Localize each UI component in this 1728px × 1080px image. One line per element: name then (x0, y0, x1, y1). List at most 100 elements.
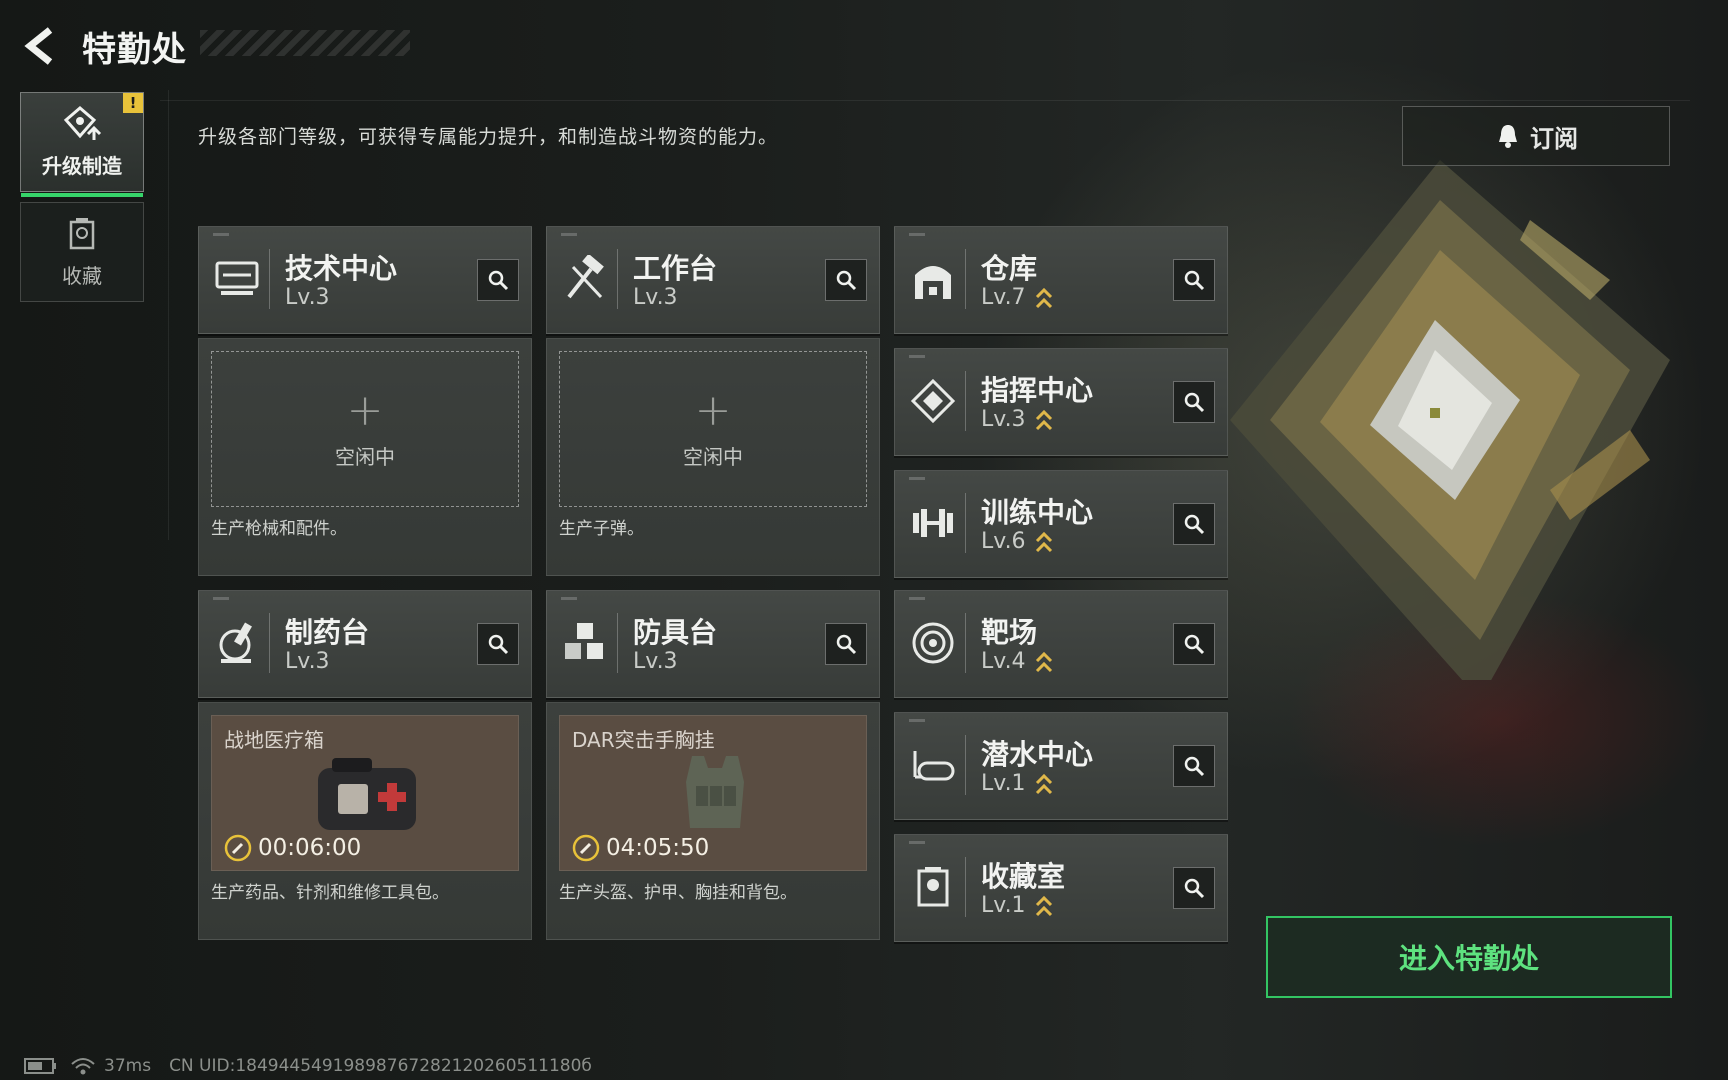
facility-level: Lv.1 (981, 893, 1026, 918)
card-separator (965, 371, 966, 431)
enter-special-ops-button[interactable]: 进入特勤处 (1266, 916, 1672, 998)
inspect-button[interactable] (825, 623, 867, 665)
alert-badge: ! (123, 93, 143, 113)
facility-level: Lv.1 (981, 771, 1026, 796)
facility-card-collection-room[interactable]: 收藏室 Lv.1 (894, 834, 1228, 942)
inspect-button[interactable] (1173, 623, 1215, 665)
facility-name: 收藏室 (981, 860, 1066, 893)
search-icon (488, 634, 509, 655)
production-slot-pharmacy: 战地医疗箱 00:06:00 生产药品、针剂和维修工具包。 (198, 702, 532, 940)
search-icon (488, 270, 509, 291)
card-tag (909, 841, 925, 844)
production-slot-workbench: + 空闲中 生产子弹。 (546, 338, 880, 576)
add-icon: + (694, 384, 732, 436)
card-tag (909, 477, 925, 480)
card-tag (213, 597, 229, 600)
card-separator (269, 249, 270, 309)
facility-card-pharmacy[interactable]: 制药台 Lv.3 (198, 590, 532, 698)
upgrade-arrow-icon (1035, 773, 1053, 795)
sidebar-item-upgrade-craft[interactable]: ! 升级制造 (20, 92, 144, 197)
production-slot-armor: DAR突击手胸挂 04:05:50 生产头盔、护甲、胸挂和背包。 (546, 702, 880, 940)
facility-description: 生产头盔、护甲、胸挂和背包。 (559, 883, 797, 903)
card-tag (909, 719, 925, 722)
inspect-button[interactable] (477, 623, 519, 665)
card-tag (909, 233, 925, 236)
facility-card-workbench[interactable]: 工作台 Lv.3 (546, 226, 880, 334)
production-item[interactable]: DAR突击手胸挂 04:05:50 (559, 715, 867, 871)
production-timer: 04:05:50 (572, 834, 709, 862)
facility-name: 技术中心 (285, 252, 398, 285)
inspect-button[interactable] (1173, 381, 1215, 423)
upgrade-arrow-icon (1035, 409, 1053, 431)
facility-name: 训练中心 (981, 496, 1094, 529)
subscribe-label: 订阅 (1530, 124, 1578, 153)
production-timer: 00:06:00 (224, 834, 361, 862)
facility-card-warehouse[interactable]: 仓库 Lv.7 (894, 226, 1228, 334)
inspect-button[interactable] (1173, 259, 1215, 301)
search-icon (1184, 634, 1205, 655)
wifi-icon (71, 1058, 95, 1075)
page-description: 升级各部门等级，可获得专属能力提升，和制造战斗物资的能力。 (198, 126, 779, 148)
facility-level: Lv.3 (633, 649, 678, 674)
sidebar-item-label: 升级制造 (42, 153, 122, 178)
facility-name: 防具台 (633, 616, 718, 649)
facility-card-tech-center[interactable]: 技术中心 Lv.3 (198, 226, 532, 334)
search-icon (1184, 756, 1205, 777)
facility-card-training-center[interactable]: 训练中心 Lv.6 (894, 470, 1228, 578)
facility-card-armor[interactable]: 防具台 Lv.3 (546, 590, 880, 698)
facility-card-shooting-range[interactable]: 靶场 Lv.4 (894, 590, 1228, 698)
facility-cube-artwork (1230, 160, 1670, 680)
inspect-button[interactable] (1173, 745, 1215, 787)
facility-level: Lv.3 (285, 285, 330, 310)
facility-card-command-center[interactable]: 指挥中心 Lv.3 (894, 348, 1228, 456)
facility-name: 潜水中心 (981, 738, 1094, 771)
inspect-button[interactable] (1173, 867, 1215, 909)
idle-slot[interactable]: + 空闲中 (559, 351, 867, 507)
production-item[interactable]: 战地医疗箱 00:06:00 (211, 715, 519, 871)
command-diamond-icon (910, 378, 956, 424)
cubes-icon (565, 623, 603, 659)
facility-level: Lv.3 (285, 649, 330, 674)
card-tag (909, 355, 925, 358)
collection-case-icon (69, 217, 95, 249)
sidebar-item-collection[interactable]: 收藏 (20, 202, 144, 302)
facility-level: Lv.4 (981, 649, 1026, 674)
divider (160, 100, 1690, 101)
facility-name: 靶场 (981, 616, 1038, 649)
card-separator (269, 613, 270, 673)
hazard-stripes (200, 30, 410, 56)
diving-mask-icon (913, 751, 955, 781)
add-icon: + (346, 384, 384, 436)
search-icon (836, 270, 857, 291)
card-tag (213, 233, 229, 236)
timer-value: 00:06:00 (258, 835, 362, 861)
upgrade-arrow-icon (1035, 287, 1053, 309)
inspect-button[interactable] (1173, 503, 1215, 545)
inspect-button[interactable] (477, 259, 519, 301)
facility-description: 生产枪械和配件。 (211, 519, 347, 539)
facility-level: Lv.3 (633, 285, 678, 310)
facility-name: 制药台 (285, 616, 370, 649)
search-icon (1184, 392, 1205, 413)
card-separator (617, 613, 618, 673)
upgrade-arrow-icon (1035, 531, 1053, 553)
dumbbell-icon (913, 509, 953, 537)
card-separator (965, 249, 966, 309)
facility-level: Lv.3 (981, 407, 1026, 432)
production-slot-tech-center: + 空闲中 生产枪械和配件。 (198, 338, 532, 576)
search-icon (1184, 514, 1205, 535)
facility-card-diving-center[interactable]: 潜水中心 Lv.1 (894, 712, 1228, 820)
card-separator (965, 735, 966, 795)
battery-icon (24, 1058, 56, 1074)
facility-name: 工作台 (633, 252, 718, 285)
inspect-button[interactable] (825, 259, 867, 301)
card-tag (909, 597, 925, 600)
back-arrow-icon[interactable] (20, 24, 60, 68)
subscribe-button[interactable]: 订阅 (1402, 106, 1670, 166)
card-separator (617, 249, 618, 309)
ping-value: 37ms (104, 1056, 152, 1076)
facility-name: 仓库 (981, 252, 1038, 285)
card-tag (561, 233, 577, 236)
page-title: 特勤处 (82, 30, 187, 70)
idle-slot[interactable]: + 空闲中 (211, 351, 519, 507)
